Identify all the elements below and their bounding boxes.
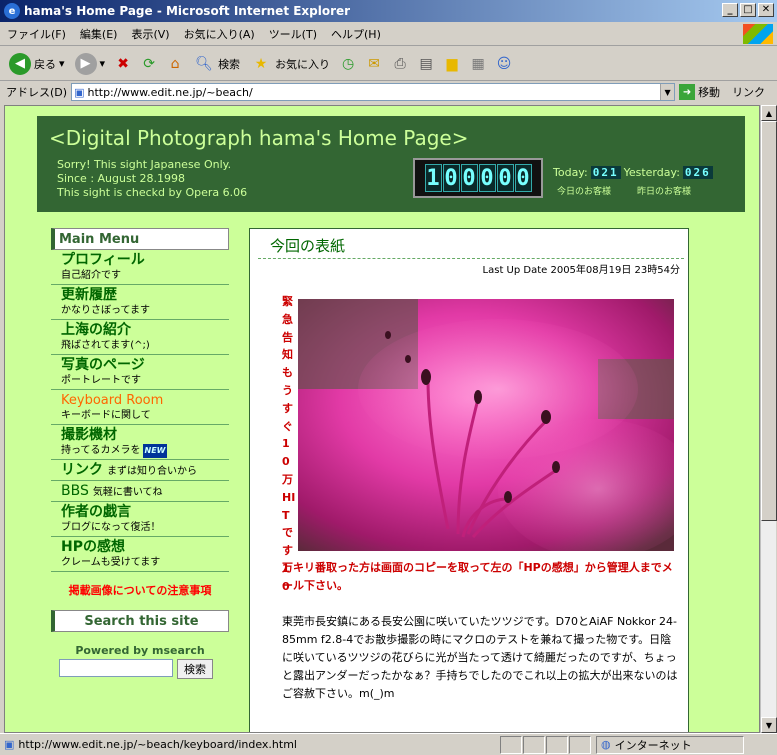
note-icon[interactable]: ▆ xyxy=(441,53,463,75)
today-yesterday-counter: Today: 021 Yesterday: 026 xyxy=(553,166,713,179)
menu-item-links[interactable]: リンク まずは知り合いから xyxy=(51,460,229,481)
stop-icon[interactable]: ✖ xyxy=(112,53,134,75)
print-icon[interactable]: ⎙ xyxy=(389,53,411,75)
powered-by-label: Powered by msearch xyxy=(75,644,205,657)
address-label: アドレス(D) xyxy=(6,86,68,99)
menu-file[interactable]: ファイル(F) xyxy=(0,26,73,42)
counter-digit: 0 xyxy=(496,164,514,192)
back-arrow-icon: ◀ xyxy=(9,52,31,75)
links-button[interactable]: リンク xyxy=(732,84,765,100)
main-menu-heading: Main Menu xyxy=(51,228,229,250)
go-arrow-icon: ➜ xyxy=(679,84,696,100)
search-button[interactable]: 🔍︎ 検索 xyxy=(190,51,243,77)
sidebar: Main Menu プロフィール 自己紹介です 更新履歴 かなりさぼってます 上… xyxy=(51,228,229,679)
urgent-notice-vertical: 緊急告知もうすぐ10万HITです10 xyxy=(282,295,296,593)
page-icon: ▣ xyxy=(74,85,85,99)
counter-digit: 1 xyxy=(424,164,442,192)
edit-icon[interactable]: ▤ xyxy=(415,53,437,75)
visitor-counter: 100000 xyxy=(413,158,543,198)
today-count: 021 xyxy=(590,166,621,179)
back-button[interactable]: ◀ 戻る ▾ xyxy=(6,51,68,77)
today-visitors-link[interactable]: 今日のお客様 xyxy=(557,184,611,197)
menu-item-profile[interactable]: プロフィール 自己紹介です xyxy=(51,250,229,285)
menu-item-author-blog[interactable]: 作者の戯言 ブログになって復活！ xyxy=(51,502,229,537)
menu-favorites[interactable]: お気に入り(A) xyxy=(177,26,262,42)
menu-item-history[interactable]: 更新履歴 かなりさぼってます xyxy=(51,285,229,320)
heading-divider xyxy=(258,258,684,259)
counter-digit: 0 xyxy=(442,164,460,192)
window-title: hama's Home Page - Microsoft Internet Ex… xyxy=(24,4,351,18)
status-url: http://www.edit.ne.jp/~beach/keyboard/in… xyxy=(18,738,297,751)
menu-item-bbs[interactable]: BBS 気軽に書いてね xyxy=(51,481,229,502)
forward-arrow-icon: ▶ xyxy=(74,52,97,75)
minimize-button[interactable]: _ xyxy=(722,3,738,17)
scroll-thumb[interactable] xyxy=(761,121,777,521)
site-subtitle: Sorry! This sight Japanese Only. Since :… xyxy=(57,158,248,199)
address-dropdown-icon[interactable]: ▼ xyxy=(660,84,675,100)
yesterday-count: 026 xyxy=(682,166,713,179)
cover-heading: 今回の表紙 xyxy=(270,237,346,255)
close-button[interactable]: ✕ xyxy=(758,3,774,17)
menu-tools[interactable]: ツール(T) xyxy=(262,26,324,42)
menu-item-equipment[interactable]: 撮影機材 持ってるカメラを NEW xyxy=(51,425,229,460)
forward-button[interactable]: ▶ ▾ xyxy=(72,51,109,77)
mail-icon[interactable]: ✉ xyxy=(363,53,385,75)
address-input[interactable]: ▣ http://www.edit.ne.jp/~beach/ ▼ xyxy=(71,83,676,101)
messenger-icon[interactable]: ☺ xyxy=(493,53,515,75)
menu-item-photos[interactable]: 写真のページ ポートレートです xyxy=(51,355,229,390)
menu-item-keyboard-room[interactable]: Keyboard Room キーボードに関して xyxy=(51,390,229,425)
scroll-up-icon[interactable]: ▲ xyxy=(761,105,777,121)
favorites-button[interactable]: ★ お気に入り xyxy=(247,51,333,77)
globe-icon: ◍ xyxy=(601,738,611,751)
counter-digit: 0 xyxy=(514,164,532,192)
yesterday-visitors-link[interactable]: 昨日のお客様 xyxy=(637,184,691,197)
menu-view[interactable]: 表示(V) xyxy=(124,26,176,42)
vertical-scrollbar[interactable]: ▲ ▼ xyxy=(760,105,777,733)
menu-edit[interactable]: 編集(E) xyxy=(73,26,125,42)
security-zone: ◍ インターネット xyxy=(596,735,744,754)
search-heading: Search this site xyxy=(51,610,229,632)
history-icon[interactable]: ◷ xyxy=(337,53,359,75)
counter-digit: 0 xyxy=(478,164,496,192)
maximize-button[interactable]: □ xyxy=(740,3,756,17)
windows-logo-icon xyxy=(743,24,773,44)
main-content: 今回の表紙 Last Up Date 2005年08月19日 23時54分 緊急… xyxy=(249,228,689,732)
status-bar: ▣ http://www.edit.ne.jp/~beach/keyboard/… xyxy=(0,733,777,755)
menu-bar: ファイル(F) 編集(E) 表示(V) お気に入り(A) ツール(T) ヘルプ(… xyxy=(0,22,777,46)
menu-item-shanghai[interactable]: 上海の紹介 飛ばされてます(^;) xyxy=(51,320,229,355)
site-search-button[interactable]: 検索 xyxy=(177,659,213,679)
image-notice-link[interactable]: 掲載画像についての注意事項 xyxy=(51,584,229,598)
cover-description: 東莞市長安鎮にある長安公園に咲いていたツツジです。D70とAiAF Nokkor… xyxy=(282,615,678,700)
site-search-input[interactable] xyxy=(59,659,173,677)
refresh-icon[interactable]: ⟳ xyxy=(138,53,160,75)
address-bar: アドレス(D) ▣ http://www.edit.ne.jp/~beach/ … xyxy=(0,81,777,103)
site-header: <Digital Photograph hama's Home Page> So… xyxy=(37,116,745,212)
scroll-down-icon[interactable]: ▼ xyxy=(761,717,777,733)
search-icon: 🔍︎ xyxy=(195,55,213,72)
ie-icon: e xyxy=(4,3,20,19)
title-bar: e hama's Home Page - Microsoft Internet … xyxy=(0,0,777,22)
go-button[interactable]: ➜ 移動 xyxy=(679,84,720,100)
page-icon: ▣ xyxy=(4,738,15,751)
counter-digit: 0 xyxy=(460,164,478,192)
research-icon[interactable]: ▦ xyxy=(467,53,489,75)
last-update: Last Up Date 2005年08月19日 23時54分 xyxy=(482,265,680,276)
urgent-notice: 万キリ番取った方は画面のコピーを取って左の「HPの感想」から管理人までメール下さ… xyxy=(282,561,673,592)
site-title: <Digital Photograph hama's Home Page> xyxy=(49,126,469,150)
menu-help[interactable]: ヘルプ(H) xyxy=(324,26,388,42)
menu-item-feedback[interactable]: HPの感想 クレームも受けてます xyxy=(51,537,229,572)
page-viewport: <Digital Photograph hama's Home Page> So… xyxy=(4,105,760,733)
home-icon[interactable]: ⌂ xyxy=(164,53,186,75)
cover-photo[interactable] xyxy=(298,299,674,551)
toolbar: ◀ 戻る ▾ ▶ ▾ ✖ ⟳ ⌂ 🔍︎ 検索 ★ お気に入り ◷ ✉ ⎙ ▤ ▆… xyxy=(0,47,777,81)
new-badge: NEW xyxy=(142,444,168,458)
star-icon: ★ xyxy=(254,55,268,72)
